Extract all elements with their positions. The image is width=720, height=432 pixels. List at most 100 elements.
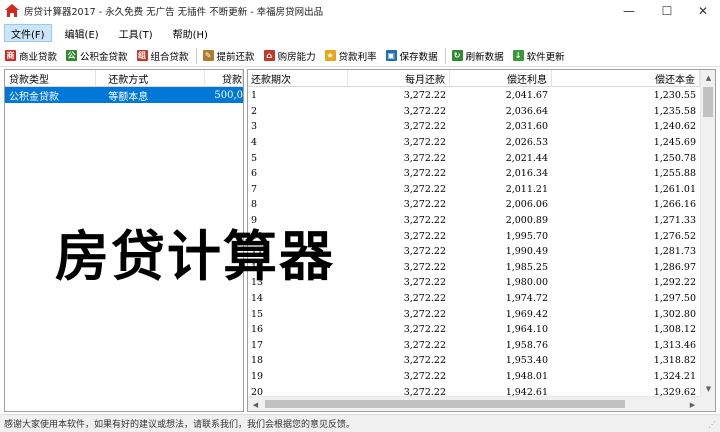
interest-cell: 1,995.70 [505,230,548,242]
menu-help[interactable]: 帮助(H) [166,24,215,42]
star-icon: ★ [324,50,336,61]
toolbar-button-3[interactable]: ✎ 提前还款 [201,47,258,65]
period-cell: 8 [251,199,258,211]
loan-type-cell: 公积金贷款 [9,91,59,103]
scroll-right-icon[interactable]: ▶ [685,397,700,411]
table-row[interactable]: 19 3,272.22 1,948.01 1,324.21 [248,369,700,385]
app-house-icon [5,4,19,18]
interest-cell: 1,953.40 [505,355,548,367]
principal-cell: 1,276.52 [653,230,696,242]
scroll-left-icon[interactable]: ◀ [248,397,263,411]
toolbar-button-5[interactable]: ★ 贷款利率 [323,47,380,65]
interest-cell: 2,006.06 [505,199,548,211]
interest-cell: 2,016.34 [505,168,548,180]
table-row[interactable]: 20 3,272.22 1,942.61 1,329.62 [248,384,700,396]
toolbar-button-1[interactable]: 公公积金贷款 [64,47,131,65]
principal-cell: 1,324.21 [653,370,696,382]
table-row[interactable]: 5 3,272.22 2,021.44 1,250.78 [248,150,700,166]
horizontal-scrollbar[interactable]: ◀ ▶ [248,396,700,411]
menu-edit[interactable]: 编辑(E) [58,24,106,42]
interest-cell: 2,031.60 [505,121,548,133]
monthly-payment-cell: 3,272.22 [403,168,446,180]
period-cell: 19 [251,370,264,382]
scroll-down-icon[interactable]: ▼ [701,381,715,396]
column-header-loan-type[interactable]: 贷款类型 [5,70,97,87]
table-row[interactable]: 8 3,272.22 2,006.06 1,266.16 [248,197,700,213]
monthly-payment-cell: 3,272.22 [403,121,446,133]
toolbar-button-0[interactable]: 商商业贷款 [3,47,60,65]
principal-cell: 1,245.69 [653,137,696,149]
table-row[interactable]: 17 3,272.22 1,958.76 1,313.46 [248,338,700,354]
vertical-scrollbar[interactable]: ▲ ▼ [700,70,715,396]
resize-grip-icon[interactable]: ⋰ [708,420,718,430]
principal-cell: 1,230.55 [653,90,696,102]
monthly-payment-cell: 3,272.22 [403,215,446,227]
principal-cell: 1,266.16 [653,199,696,211]
toolbar-button-label: 商业贷款 [19,51,58,63]
toolbar-button-label: 刷新数据 [465,51,504,63]
column-header-period[interactable]: 还款期次 [248,70,348,87]
horizontal-scroll-thumb[interactable] [265,400,625,408]
monthly-payment-cell: 3,272.22 [403,105,446,117]
column-header-repay-method[interactable]: 还款方式 [96,70,206,87]
table-row[interactable]: 3 3,272.22 2,031.60 1,240.62 [248,119,700,135]
column-header-interest[interactable]: 偿还利息 [450,70,552,87]
principal-cell: 1,261.01 [653,183,696,195]
menu-file[interactable]: 文件(F) [4,24,52,42]
interest-cell: 1,980.00 [505,277,548,289]
provident-fund-icon: 公 [66,50,78,61]
monthly-payment-cell: 3,272.22 [403,308,446,320]
loan-list-row-selected[interactable]: 公积金贷款 等额本息 500,0 [5,87,243,103]
interest-cell: 2,036.64 [505,105,548,117]
close-button[interactable]: ✕ [688,0,718,22]
scroll-up-icon[interactable]: ▲ [701,70,715,85]
schedule-header: 还款期次 每月还款 偿还利息 偿还本金 [248,70,700,87]
monthly-payment-cell: 3,272.22 [403,277,446,289]
toolbar-button-2[interactable]: 组组合贷款 [135,47,192,65]
table-row[interactable]: 15 3,272.22 1,969.42 1,302.80 [248,306,700,322]
monthly-payment-cell: 3,272.22 [403,370,446,382]
table-row[interactable]: 7 3,272.22 2,011.21 1,261.01 [248,182,700,198]
period-cell: 5 [251,152,258,164]
table-row[interactable]: 14 3,272.22 1,974.72 1,297.50 [248,291,700,307]
maximize-button[interactable]: ☐ [652,0,682,22]
column-header-principal[interactable]: 偿还本金 [552,70,700,87]
minimize-button[interactable]: — [614,0,644,22]
toolbar-button-label: 公积金贷款 [80,51,128,63]
principal-cell: 1,318.82 [653,355,696,367]
table-row[interactable]: 18 3,272.22 1,953.40 1,318.82 [248,353,700,369]
toolbar-button-7[interactable]: ↻ 刷新数据 [450,47,507,65]
monthly-payment-cell: 3,272.22 [403,152,446,164]
toolbar-button-label: 保存数据 [399,51,438,63]
monthly-payment-cell: 3,272.22 [403,90,446,102]
period-cell: 2 [251,105,258,117]
interest-cell: 1,964.10 [505,324,548,336]
vertical-scroll-thumb[interactable] [703,87,713,117]
table-row[interactable]: 6 3,272.22 2,016.34 1,255.88 [248,166,700,182]
toolbar-button-4[interactable]: ⌂ 购房能力 [262,47,319,65]
status-text: 感谢大家使用本软件，如果有好的建议或想法，请联系我们，我们会根据您的意见反馈。 [4,420,356,430]
table-row[interactable]: 1 3,272.22 2,041.67 1,230.55 [248,88,700,104]
table-row[interactable]: 4 3,272.22 2,026.53 1,245.69 [248,135,700,151]
toolbar-button-8[interactable]: ↓ 软件更新 [511,47,568,65]
principal-cell: 1,286.97 [653,261,696,273]
toolbar-button-label: 组合贷款 [150,51,189,63]
toolbar-button-6[interactable]: ▣ 保存数据 [384,47,441,65]
period-cell: 6 [251,168,258,180]
table-row[interactable]: 16 3,272.22 1,964.10 1,308.12 [248,322,700,338]
principal-cell: 1,297.50 [653,293,696,305]
period-cell: 4 [251,137,258,149]
commercial-loan-icon: 商 [5,50,16,61]
menu-tools[interactable]: 工具(T) [112,24,160,42]
repay-method-cell: 等额本息 [108,91,149,103]
toolbar-separator [195,47,197,64]
interest-cell: 1,958.76 [505,339,548,351]
column-header-loan-amount[interactable]: 贷款 [205,70,243,87]
interest-cell: 2,000.89 [505,215,548,227]
table-row[interactable]: 2 3,272.22 2,036.64 1,235.58 [248,104,700,120]
loan-list-header: 贷款类型 还款方式 贷款 [5,70,243,87]
overlay-caption: 房贷计算器 [55,225,335,288]
column-header-monthly-payment[interactable]: 每月还款 [348,70,450,87]
toolbar-button-label: 提前还款 [216,51,255,63]
interest-cell: 2,021.44 [505,152,548,164]
